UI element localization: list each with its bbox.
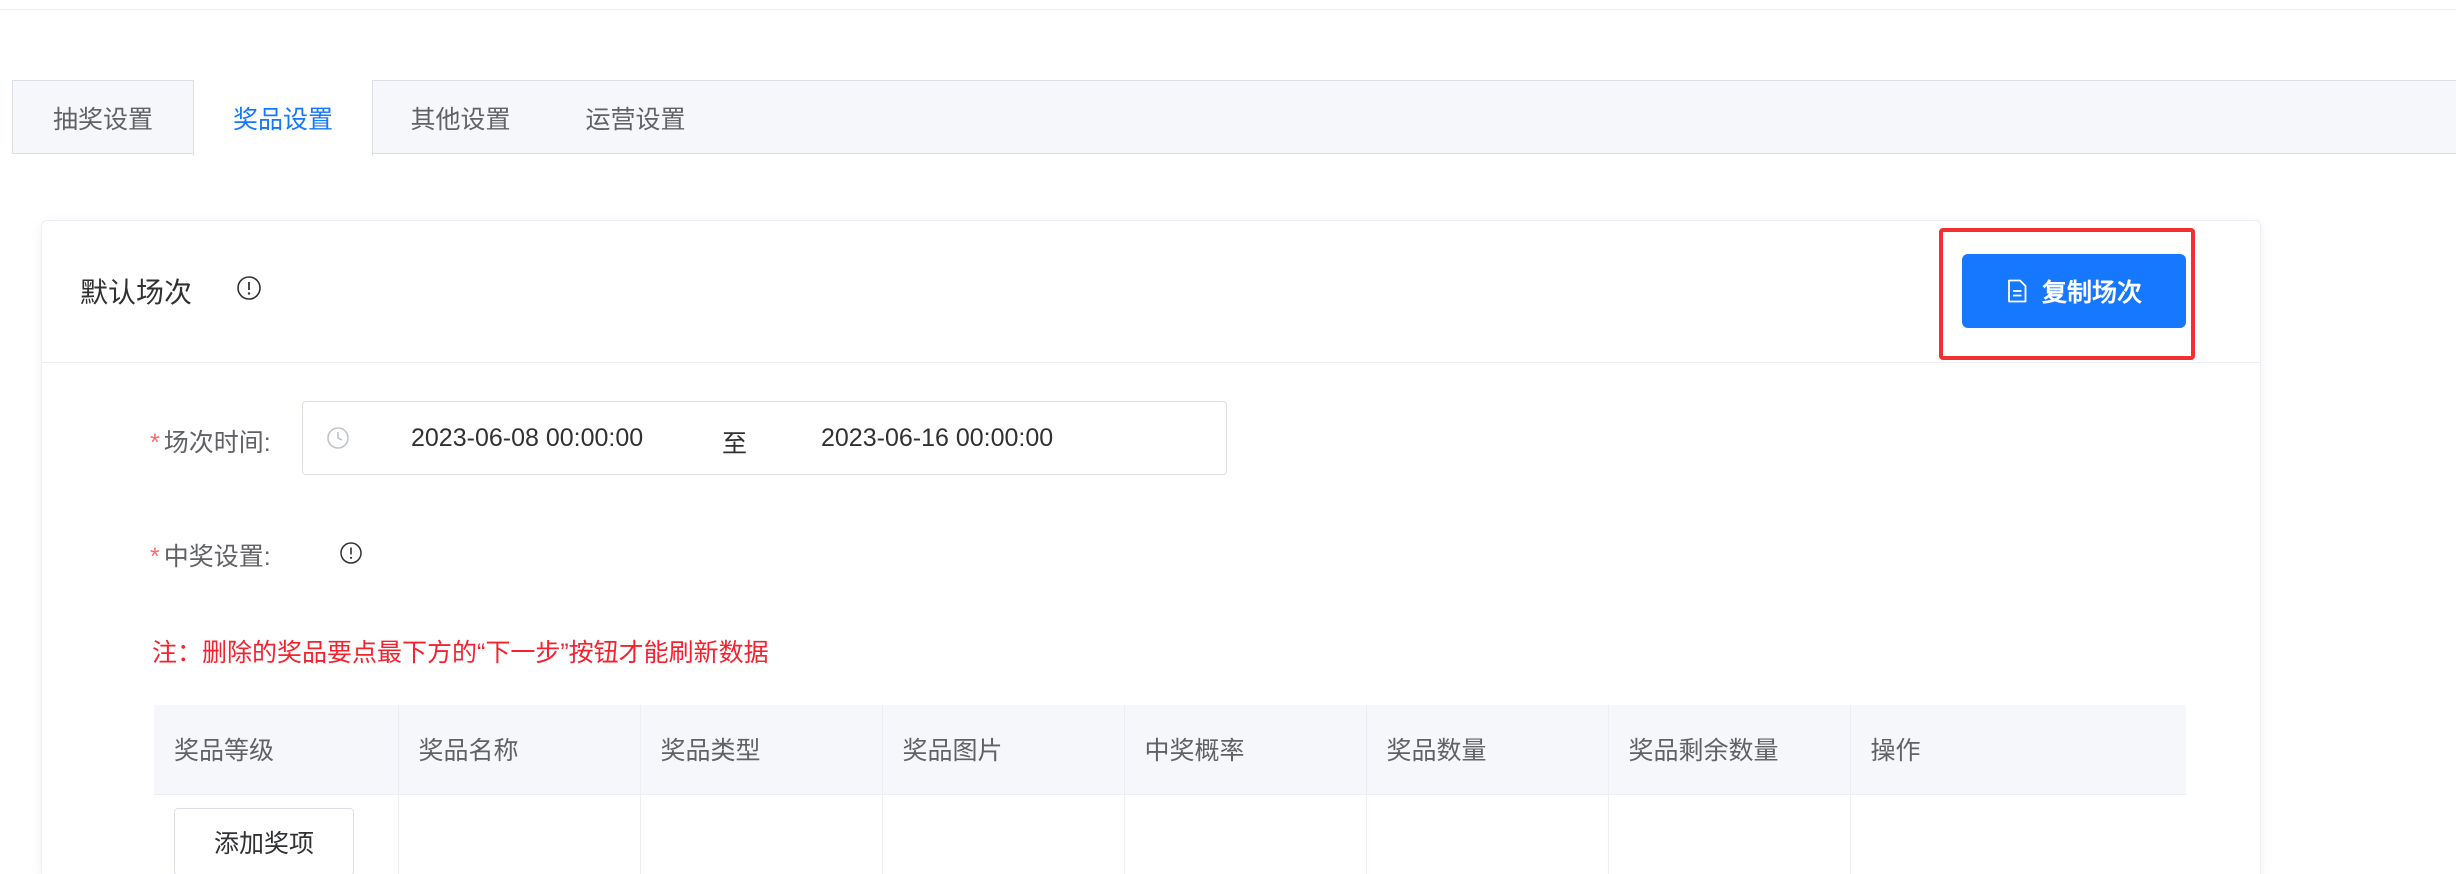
required-mark: * [150,543,160,571]
range-separator: 至 [722,430,748,458]
table-cell [1124,794,1367,874]
table-cell: 添加奖项 [154,794,399,874]
copy-session-label: 复制场次 [2041,279,2142,307]
session-card: 默认场次 复制场次 * 场次时间: 2023-06-08 00:00:00 至 … [41,220,2261,874]
tab-operation-settings[interactable]: 运营设置 [548,80,723,155]
prize-table: 奖品等级 奖品名称 奖品类型 奖品图片 中奖概率 奖品数量 奖品剩余数量 操作 … [154,705,2186,874]
table-header-row: 奖品等级 奖品名称 奖品类型 奖品图片 中奖概率 奖品数量 奖品剩余数量 操作 [154,705,2186,795]
column-header: 奖品数量 [1366,705,1609,795]
page: 抽奖设置 奖品设置 其他设置 运营设置 默认场次 复制场次 * 场次时间: 20… [0,0,2456,874]
column-header: 中奖概率 [1124,705,1367,795]
tab-other-settings[interactable]: 其他设置 [373,80,548,155]
table-cell [398,794,641,874]
tab-prize-settings[interactable]: 奖品设置 [193,80,373,156]
add-prize-button[interactable]: 添加奖项 [174,808,354,874]
table-cell [882,794,1125,874]
column-header: 奖品名称 [398,705,641,795]
column-header: 操作 [1850,705,2186,795]
table-cell [640,794,883,874]
tab-lottery-settings[interactable]: 抽奖设置 [13,80,193,155]
session-time-text: 场次时间: [163,429,271,457]
delete-note: 注：删除的奖品要点最下方的“下一步”按钮才能刷新数据 [152,639,769,667]
session-time-range-picker[interactable]: 2023-06-08 00:00:00 至 2023-06-16 00:00:0… [302,401,1227,475]
card-title: 默认场次 [80,277,193,308]
column-header: 奖品图片 [882,705,1125,795]
prize-setting-text: 中奖设置: [163,543,271,571]
table-row: 添加奖项 [154,794,2186,874]
card-header: 默认场次 复制场次 [42,221,2260,363]
info-circle-icon[interactable] [236,275,262,301]
copy-session-button[interactable]: 复制场次 [1962,254,2186,328]
table-cell [1608,794,1851,874]
table-cell [1850,794,2186,874]
tab-bar: 抽奖设置 奖品设置 其他设置 运营设置 [12,80,2456,156]
top-bar [0,0,2456,10]
info-circle-icon[interactable] [338,540,364,566]
prize-setting-label: * 中奖设置: [150,537,271,573]
session-time-label: * 场次时间: [150,423,271,459]
table-cell [1366,794,1609,874]
start-time-input[interactable]: 2023-06-08 00:00:00 [411,424,643,453]
document-icon [2008,279,2027,303]
column-header: 奖品等级 [154,705,399,795]
clock-icon [327,427,349,449]
end-time-input[interactable]: 2023-06-16 00:00:00 [821,424,1053,453]
column-header: 奖品剩余数量 [1608,705,1851,795]
required-mark: * [150,429,160,457]
column-header: 奖品类型 [640,705,883,795]
